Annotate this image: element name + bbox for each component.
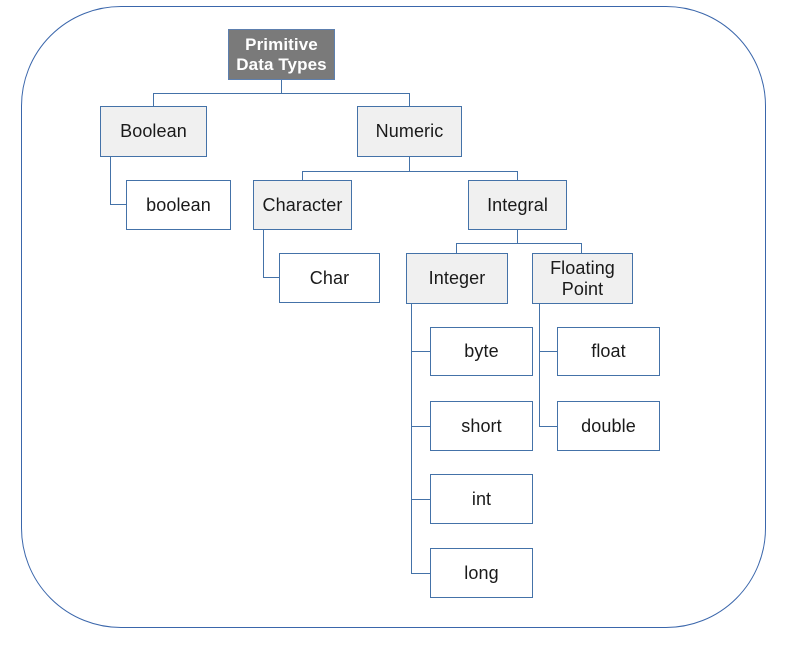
- node-long[interactable]: long: [430, 548, 533, 598]
- node-label-line1: Floating: [550, 257, 615, 278]
- node-byte[interactable]: byte: [430, 327, 533, 376]
- connector-integral-stem: [517, 230, 519, 244]
- node-label-line2: Point: [561, 278, 604, 299]
- node-label: Numeric: [375, 121, 444, 142]
- connector-integer-to-long: [411, 573, 431, 575]
- diagram-frame: [21, 6, 766, 628]
- node-label: byte: [464, 341, 499, 362]
- node-float[interactable]: float: [557, 327, 660, 376]
- node-boolean-leaf[interactable]: boolean: [126, 180, 231, 230]
- node-char-leaf[interactable]: Char: [279, 253, 380, 303]
- node-label: long: [464, 562, 499, 583]
- connector-floating-to-double: [539, 426, 558, 428]
- connector-boolean-to-boolean-leaf: [110, 204, 127, 206]
- connector-character-trunk: [263, 230, 265, 278]
- node-label: float: [591, 341, 626, 362]
- connector-integer-to-short: [411, 426, 431, 428]
- connector-root-to-boolean: [153, 93, 155, 107]
- node-label-line2: Data Types: [236, 54, 327, 74]
- node-label-stack: Floating Point: [550, 258, 615, 299]
- node-character[interactable]: Character: [253, 180, 352, 230]
- node-label: double: [581, 415, 636, 436]
- connector-integral-bar: [456, 243, 582, 245]
- connector-numeric-bar: [302, 171, 518, 173]
- connector-integer-trunk: [411, 304, 413, 574]
- connector-root-bar: [153, 93, 410, 95]
- node-label: Char: [309, 267, 350, 288]
- connector-numeric-stem: [409, 157, 411, 172]
- node-boolean-branch[interactable]: Boolean: [100, 106, 207, 157]
- node-floating-point[interactable]: Floating Point: [532, 253, 633, 304]
- connector-floating-trunk: [539, 304, 541, 426]
- node-integer[interactable]: Integer: [406, 253, 508, 304]
- node-primitive-data-types[interactable]: Primitive Data Types: [228, 29, 335, 80]
- node-numeric[interactable]: Numeric: [357, 106, 462, 157]
- node-int[interactable]: int: [430, 474, 533, 524]
- node-label-stack: Primitive Data Types: [236, 35, 326, 74]
- connector-floating-to-float: [539, 351, 558, 353]
- node-label: Character: [262, 194, 343, 215]
- node-label: boolean: [146, 194, 211, 215]
- connector-root-to-numeric: [409, 93, 411, 107]
- node-label: Boolean: [120, 121, 187, 142]
- connector-boolean-trunk: [110, 157, 112, 205]
- node-short[interactable]: short: [430, 401, 533, 451]
- node-label: short: [461, 415, 502, 436]
- node-label: int: [471, 488, 492, 509]
- node-label: Integral: [487, 194, 548, 215]
- node-double[interactable]: double: [557, 401, 660, 451]
- connector-character-to-char: [263, 277, 280, 279]
- node-integral[interactable]: Integral: [468, 180, 567, 230]
- node-label: Integer: [428, 268, 486, 289]
- connector-integer-to-byte: [411, 351, 431, 353]
- connector-root-stem: [281, 79, 283, 94]
- node-label-line1: Primitive: [245, 34, 318, 54]
- diagram-canvas: Primitive Data Types Boolean boolean Num…: [0, 0, 789, 653]
- connector-integer-to-int: [411, 499, 431, 501]
